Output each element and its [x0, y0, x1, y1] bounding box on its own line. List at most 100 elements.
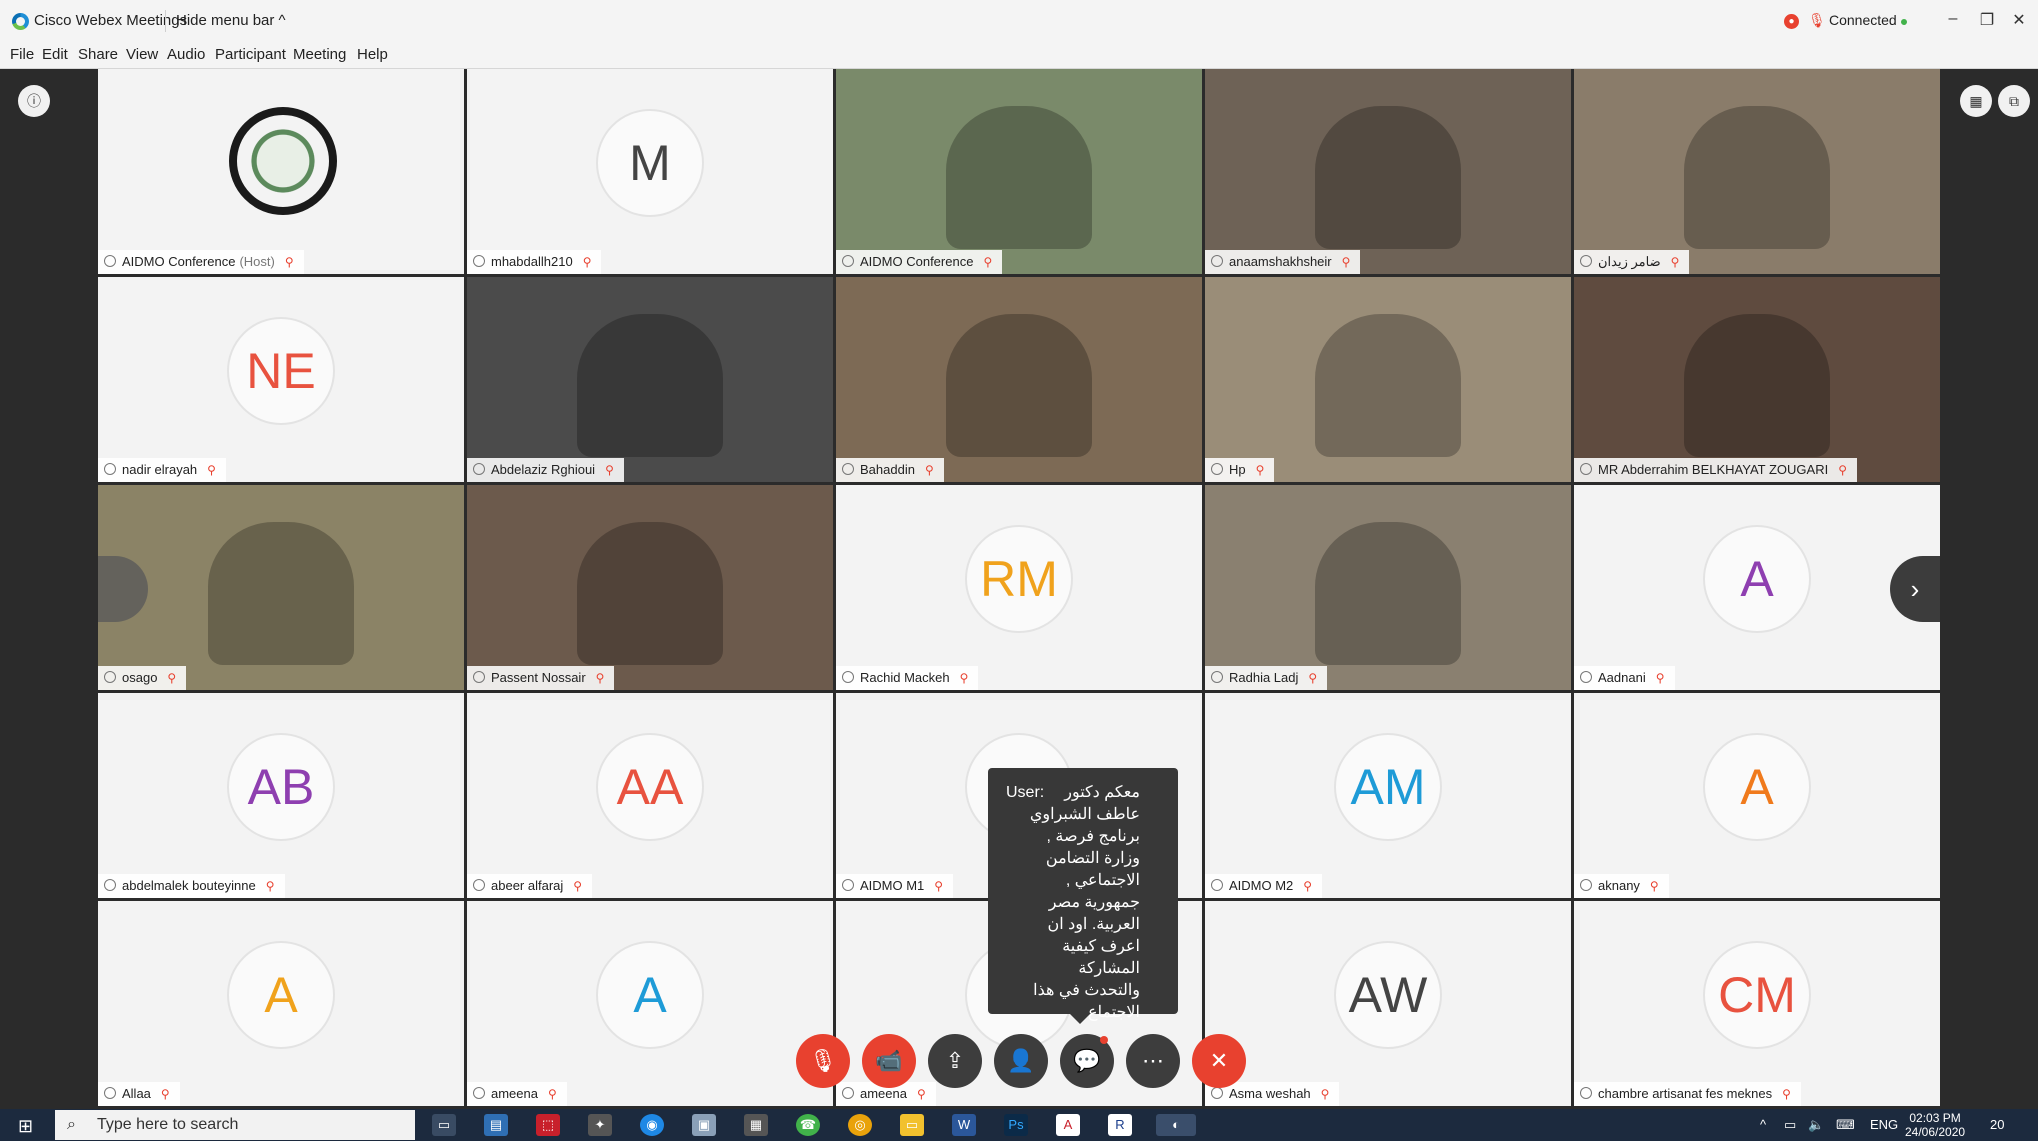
- menu-file[interactable]: File: [10, 46, 34, 63]
- participant-tile[interactable]: NE nadir elrayah ⚲: [98, 277, 464, 482]
- participant-tile[interactable]: Radhia Ladj ⚲: [1205, 485, 1571, 690]
- participant-tile[interactable]: AIDMO Conference ⚲: [836, 69, 1202, 274]
- video-feed: [1314, 521, 1462, 666]
- menu-participant[interactable]: Participant: [215, 46, 286, 63]
- taskbar-search[interactable]: ⌕ Type here to search: [55, 1110, 415, 1140]
- participant-tile[interactable]: AA abeer alfaraj ⚲: [467, 693, 833, 898]
- audio-icon: [473, 255, 485, 267]
- divider: [165, 10, 166, 32]
- info-icon[interactable]: ⓘ: [18, 85, 50, 117]
- participant-tile[interactable]: RM Rachid Mackeh ⚲: [836, 485, 1202, 690]
- participant-avatar: AM: [1334, 733, 1442, 841]
- participant-avatar: A: [596, 941, 704, 1049]
- participant-tile[interactable]: Hp ⚲: [1205, 277, 1571, 482]
- photoshop-icon[interactable]: Ps: [1004, 1114, 1028, 1136]
- whatsapp-icon[interactable]: ☎: [796, 1114, 820, 1136]
- participant-name: ضامر زيدان: [1598, 254, 1661, 269]
- file-app-icon[interactable]: ▤: [484, 1114, 508, 1136]
- chevron-up-icon[interactable]: ^: [1760, 1117, 1766, 1132]
- video-feed: [576, 521, 724, 666]
- participants-button[interactable]: 👤: [994, 1034, 1048, 1088]
- participant-tile[interactable]: Aameena ⚲: [467, 901, 833, 1106]
- search-placeholder: Type here to search: [97, 1116, 239, 1133]
- language-indicator[interactable]: ENG: [1870, 1117, 1898, 1132]
- grid-view-icon[interactable]: ▦: [1960, 85, 1992, 117]
- participant-tile[interactable]: AB abdelmalek bouteyinne ⚲: [98, 693, 464, 898]
- audio-icon: [1211, 671, 1223, 683]
- restore-button[interactable]: ❐: [1972, 10, 2002, 30]
- keyboard-icon[interactable]: ⌨: [1836, 1117, 1855, 1133]
- pdf-app-icon[interactable]: ⬚: [536, 1114, 560, 1136]
- participant-tile[interactable]: MR Abderrahim BELKHAYAT ZOUGARI ⚲: [1574, 277, 1940, 482]
- participant-tile[interactable]: Bahaddin ⚲: [836, 277, 1202, 482]
- participant-tile[interactable]: A Aadnani ⚲: [1574, 485, 1940, 690]
- video-feed: [207, 521, 355, 666]
- audio-icon: [104, 879, 116, 891]
- menu-share[interactable]: Share: [78, 46, 118, 63]
- menu-edit[interactable]: Edit: [42, 46, 68, 63]
- mute-button[interactable]: 🎙: [796, 1034, 850, 1088]
- participant-tile[interactable]: Aaknany ⚲: [1574, 693, 1940, 898]
- menu-help[interactable]: Help: [357, 46, 388, 63]
- audio-icon: [1580, 1087, 1592, 1099]
- close-button[interactable]: ✕: [2004, 10, 2034, 30]
- host-label: (Host): [239, 254, 275, 269]
- windows-start-icon[interactable]: ⊞: [18, 1116, 33, 1137]
- minimize-button[interactable]: –: [1938, 10, 1968, 28]
- volume-icon[interactable]: 🔈: [1808, 1117, 1824, 1133]
- acrobat-icon[interactable]: A: [1056, 1114, 1080, 1136]
- stop-video-button[interactable]: 📹: [862, 1034, 916, 1088]
- audio-icon: [104, 255, 116, 267]
- participant-name: abdelmalek bouteyinne: [122, 878, 256, 893]
- calculator-icon[interactable]: ▦: [744, 1114, 768, 1136]
- share-button[interactable]: ⇪: [928, 1034, 982, 1088]
- muted-mic-icon: ⚲: [1308, 671, 1318, 685]
- participant-name: Allaa: [122, 1086, 151, 1101]
- participant-tile[interactable]: AIDMO Conference (Host) ⚲: [98, 69, 464, 274]
- leave-button[interactable]: ✕: [1192, 1034, 1246, 1088]
- chrome-icon[interactable]: ◎: [848, 1114, 872, 1136]
- participant-name: Asma weshah: [1229, 1086, 1311, 1101]
- participant-name: abeer alfaraj: [491, 878, 564, 893]
- participant-tile[interactable]: ضامر زيدان ⚲: [1574, 69, 1940, 274]
- participant-name: Aadnani: [1598, 670, 1646, 685]
- menu-meeting[interactable]: Meeting: [293, 46, 346, 63]
- task-view-icon[interactable]: ▭: [432, 1114, 456, 1136]
- layout-icon[interactable]: ⧉: [1998, 85, 2030, 117]
- word-icon[interactable]: W: [952, 1114, 976, 1136]
- muted-mic-icon: ⚲: [573, 879, 583, 893]
- participant-avatar: A: [1703, 525, 1811, 633]
- audio-icon: [842, 879, 854, 891]
- participant-tile[interactable]: CM chambre artisanat fes meknes ⚲: [1574, 901, 1940, 1106]
- more-button[interactable]: ⋯: [1126, 1034, 1180, 1088]
- participant-tile[interactable]: anaamshakhsheir ⚲: [1205, 69, 1571, 274]
- file-explorer-icon[interactable]: ▭: [900, 1114, 924, 1136]
- webex-taskbar-icon[interactable]: ◐: [1156, 1114, 1196, 1136]
- participant-tile[interactable]: osago ⚲: [98, 485, 464, 690]
- app-icon[interactable]: ✦: [588, 1114, 612, 1136]
- browser-app-icon[interactable]: ◉: [640, 1114, 664, 1136]
- video-feed: [945, 313, 1093, 458]
- participant-name: AIDMO Conference: [860, 254, 974, 269]
- participant-tile[interactable]: AM AIDMO M2 ⚲: [1205, 693, 1571, 898]
- participant-tile[interactable]: Mmhabdallh210 ⚲: [467, 69, 833, 274]
- audio-icon: [842, 671, 854, 683]
- audio-icon: [1211, 463, 1223, 475]
- hide-menu-bar-button[interactable]: Hide menu bar ^: [176, 12, 286, 29]
- r-app-icon[interactable]: R: [1108, 1114, 1132, 1136]
- right-panel: ▦ ⧉: [1940, 69, 2038, 1109]
- menu-view[interactable]: View: [126, 46, 158, 63]
- app-icon[interactable]: ▣: [692, 1114, 716, 1136]
- recording-icon[interactable]: ●: [1784, 14, 1799, 29]
- menu-audio[interactable]: Audio: [167, 46, 205, 63]
- notification-count[interactable]: 20: [1990, 1117, 2004, 1132]
- network-icon[interactable]: ▭: [1784, 1117, 1796, 1133]
- audio-icon: [104, 463, 116, 475]
- participant-tile[interactable]: AW Asma weshah ⚲: [1205, 901, 1571, 1106]
- participant-tile[interactable]: A Allaa ⚲: [98, 901, 464, 1106]
- participant-tile[interactable]: Abdelaziz Rghioui ⚲: [467, 277, 833, 482]
- participant-name-tag: abdelmalek bouteyinne ⚲: [98, 874, 285, 898]
- participant-tile[interactable]: Passent Nossair ⚲: [467, 485, 833, 690]
- taskbar-clock[interactable]: 02:03 PM 24/06/2020: [1905, 1111, 1965, 1139]
- audio-icon: [1580, 255, 1592, 267]
